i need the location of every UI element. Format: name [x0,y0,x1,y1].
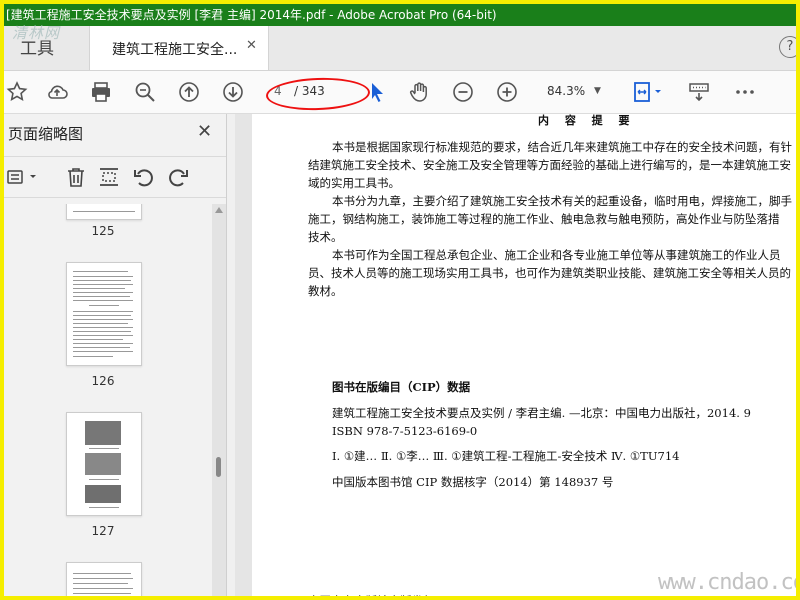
scroll-up-icon[interactable] [215,207,223,213]
tab-bar: 清林网 工具 建筑工程施工安全... ✕ ? [4,24,796,71]
panel-title: 页面缩略图 [8,125,84,143]
doc-paragraph-line: 施工，钢结构施工，装饰施工等过程的施工作业、触电急救与触电预防，高处作业与防坠落… [308,212,780,226]
zoom-dropdown[interactable]: 84.3% ▼ [542,80,614,102]
page-thumbnail-126[interactable] [66,262,142,366]
thumbnail-label: 127 [91,524,115,538]
doc-paragraph-line: 域的实用工具书。 [308,176,400,190]
main-toolbar: 4 / 343 84.3% ▼ [4,71,796,114]
panel-toolbar [4,156,226,198]
scroll-thumb[interactable] [216,457,221,477]
thumbnail-list: 125 126 127 [4,204,212,596]
page-thumbnail-125[interactable] [66,204,142,220]
doc-paragraph-line: 本书是根据国家现行标准规范的要求，结合近几年来建筑施工中存在的安全技术问题，有针 [332,140,792,154]
document-page: 内 容 提 要 本书是根据国家现行标准规范的要求，结合近几年来建筑施工中存在的安… [252,114,796,596]
more-options-icon[interactable] [732,79,758,105]
doc-paragraph-line: 本书分为九章，主要介绍了建筑施工安全技术有关的起重设备，临时用电，焊接施工，脚手 [332,194,792,208]
thumbnail-options-icon[interactable] [6,165,42,189]
doc-heading: 内 容 提 要 [538,114,636,127]
hand-tool-icon[interactable] [406,79,432,105]
thumbnail-label: 126 [91,374,115,388]
tab-document[interactable]: 建筑工程施工安全... ✕ [89,26,269,70]
thumbnail-label: 125 [91,224,115,238]
fit-page-icon[interactable] [632,79,666,105]
cloud-upload-icon[interactable] [44,79,70,105]
previous-page-icon[interactable] [176,79,202,105]
help-icon[interactable]: ? [779,36,796,58]
page-thumbnail-128[interactable] [66,562,142,596]
screenshot-frame: [建筑工程施工安全技术要点及实例 [李君 主编] 2014年.pdf - Ado… [0,0,800,600]
tab-document-label: 建筑工程施工安全... [112,42,238,58]
star-icon[interactable] [4,79,30,105]
doc-paragraph-line: 本书可作为全国工程总承包企业、施工企业和各专业施工单位等从事建筑施工的作业人员 [332,248,781,262]
zoom-search-icon[interactable] [132,79,158,105]
trash-icon[interactable] [64,165,88,189]
panel-splitter[interactable] [227,114,235,596]
cip-line: 建筑工程施工安全技术要点及实例 / 李君主编. —北京：中国电力出版社，2014… [332,406,751,420]
keyboard-scroll-icon[interactable] [686,79,712,105]
zoom-out-icon[interactable] [450,79,476,105]
zoom-in-icon[interactable] [494,79,520,105]
close-icon[interactable]: ✕ [246,38,257,53]
print-icon[interactable] [88,79,114,105]
chevron-down-icon: ▼ [594,86,601,96]
cip-title: 图书在版编目（CIP）数据 [332,380,471,394]
cip-line: Ⅰ. ①建… Ⅱ. ①李… Ⅲ. ①建筑工程-工程施工-安全技术 Ⅳ. ①TU7… [332,449,680,463]
site-watermark: www.cndao.com [658,570,796,595]
rotate-clockwise-icon[interactable] [166,165,190,189]
window-title: [建筑工程施工安全技术要点及实例 [李君 主编] 2014年.pdf - Ado… [6,8,497,22]
window-titlebar: [建筑工程施工安全技术要点及实例 [李君 主编] 2014年.pdf - Ado… [4,4,796,26]
cip-line: 中国版本图书馆 CIP 数据核字（2014）第 148937 号 [332,475,614,489]
doc-paragraph-line: 教材。 [308,284,343,298]
doc-paragraph-line: 技术。 [308,230,343,244]
doc-footer-partial: 中国电力出版社出版发行 [308,592,435,596]
close-icon[interactable]: ✕ [197,121,212,142]
doc-paragraph-line: 结建筑施工安全技术、安全施工及安全管理等方面经验的基础上进行编写的，是一本建筑施… [308,158,791,172]
page-thumbnail-127[interactable] [66,412,142,516]
rotate-counterclockwise-icon[interactable] [132,165,156,189]
page-thumbnails-panel: 页面缩略图 ✕ 125 126 127 [4,114,227,596]
thumbnail-scrollbar[interactable] [212,204,226,596]
doc-paragraph-line: 员、技术人员等的施工现场实用工具书，也可作为建筑类职业技能、建筑施工安全等相关人… [308,266,791,280]
tab-tools[interactable]: 工具 [20,34,54,59]
next-page-icon[interactable] [220,79,246,105]
zoom-value: 84.3% [547,84,586,98]
cip-line: ISBN 978-7-5123-6169-0 [332,424,478,438]
insert-pages-icon[interactable] [97,165,121,189]
